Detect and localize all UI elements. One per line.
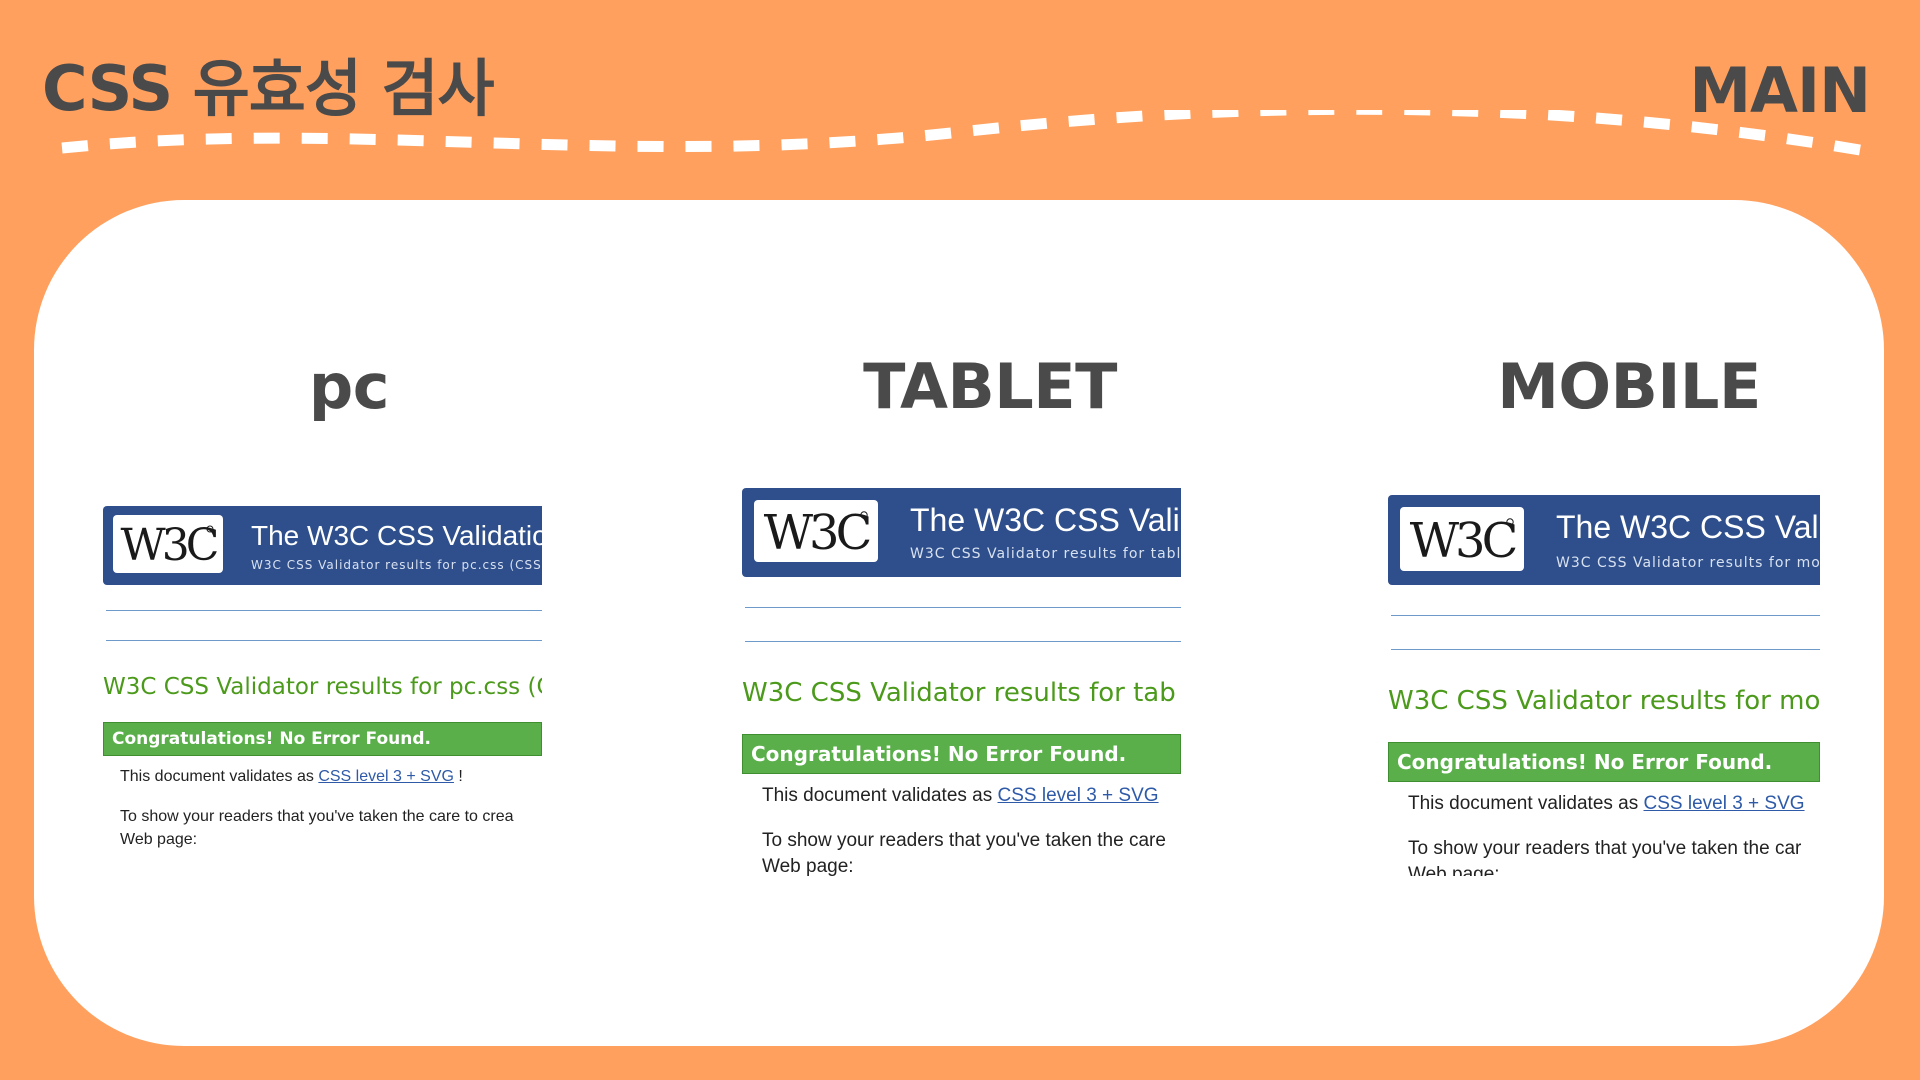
divider-line bbox=[745, 607, 1181, 608]
column-title-tablet: TABLET bbox=[863, 350, 1117, 423]
svg-text:W3C: W3C bbox=[121, 520, 218, 571]
svg-text:W3C: W3C bbox=[764, 505, 870, 561]
result-heading: W3C CSS Validator results for mo bbox=[1388, 686, 1820, 716]
validator-screenshot-mobile: W3C The W3C CSS Val W3C CSS Validator re… bbox=[1388, 495, 1820, 876]
w3c-banner: W3C The W3C CSS Val W3C CSS Validator re… bbox=[1388, 495, 1820, 585]
result-heading: W3C CSS Validator results for tab bbox=[742, 678, 1176, 708]
banner-title: The W3C CSS Validatio bbox=[251, 520, 542, 551]
slide: CSS 유효성 검사 MAIN pc W3C The W3C CSS Valid… bbox=[0, 0, 1920, 1080]
column-title-mobile: MOBILE bbox=[1497, 350, 1761, 423]
w3c-logo-icon: W3C bbox=[754, 500, 878, 562]
validates-text: This document validates as CSS level 3 +… bbox=[762, 783, 1159, 809]
content-panel: pc W3C The W3C CSS Validatio W3C CSS Val… bbox=[34, 200, 1884, 1046]
dashed-wave-divider bbox=[61, 110, 1861, 156]
column-title-pc: pc bbox=[308, 350, 390, 423]
css-level-link[interactable]: CSS level 3 + SVG bbox=[318, 768, 454, 785]
congrats-banner: Congratulations! No Error Found. bbox=[742, 734, 1181, 774]
w3c-banner: W3C The W3C CSS Validatio W3C CSS Valida… bbox=[103, 506, 542, 585]
validates-text: This document validates as CSS level 3 +… bbox=[1408, 791, 1805, 817]
result-heading: W3C CSS Validator results for pc.css (C bbox=[103, 674, 542, 700]
show-readers-line: To show your readers that you've taken t… bbox=[1408, 838, 1802, 859]
validator-screenshot-tablet: W3C The W3C CSS Vali W3C CSS Validator r… bbox=[742, 488, 1181, 876]
show-readers-line: To show your readers that you've taken t… bbox=[762, 830, 1166, 851]
divider-line bbox=[745, 641, 1181, 642]
web-page-line: Web page: bbox=[120, 831, 198, 848]
validates-prefix: This document validates as bbox=[1408, 793, 1644, 814]
congrats-banner: Congratulations! No Error Found. bbox=[1388, 742, 1820, 782]
banner-subtitle: W3C CSS Validator results for table bbox=[910, 546, 1181, 562]
divider-line bbox=[106, 640, 542, 641]
validates-text: This document validates as CSS level 3 +… bbox=[120, 766, 463, 788]
congrats-banner: Congratulations! No Error Found. bbox=[103, 722, 542, 756]
banner-subtitle: W3C CSS Validator results for mob bbox=[1556, 555, 1820, 571]
web-page-line: Web page: bbox=[762, 856, 854, 876]
divider-line bbox=[1391, 649, 1820, 650]
w3c-logo-icon: W3C bbox=[1400, 507, 1524, 571]
banner-title: The W3C CSS Val bbox=[1556, 509, 1819, 545]
divider-line bbox=[1391, 615, 1820, 616]
validates-prefix: This document validates as bbox=[762, 785, 998, 806]
validates-prefix: This document validates as bbox=[120, 768, 319, 785]
show-readers-line: To show your readers that you've taken t… bbox=[120, 808, 514, 825]
w3c-banner: W3C The W3C CSS Vali W3C CSS Validator r… bbox=[742, 488, 1181, 577]
css-level-link[interactable]: CSS level 3 + SVG bbox=[998, 785, 1159, 806]
banner-title: The W3C CSS Vali bbox=[910, 502, 1180, 538]
validates-suffix: ! bbox=[453, 768, 463, 785]
validator-screenshot-pc: W3C The W3C CSS Validatio W3C CSS Valida… bbox=[103, 506, 542, 876]
css-level-link[interactable]: CSS level 3 + SVG bbox=[1644, 793, 1805, 814]
banner-subtitle: W3C CSS Validator results for pc.css (CS… bbox=[251, 558, 542, 572]
svg-text:W3C: W3C bbox=[1410, 513, 1516, 569]
w3c-logo-icon: W3C bbox=[113, 515, 223, 573]
divider-line bbox=[106, 610, 542, 611]
web-page-line: Web page: bbox=[1408, 864, 1500, 876]
